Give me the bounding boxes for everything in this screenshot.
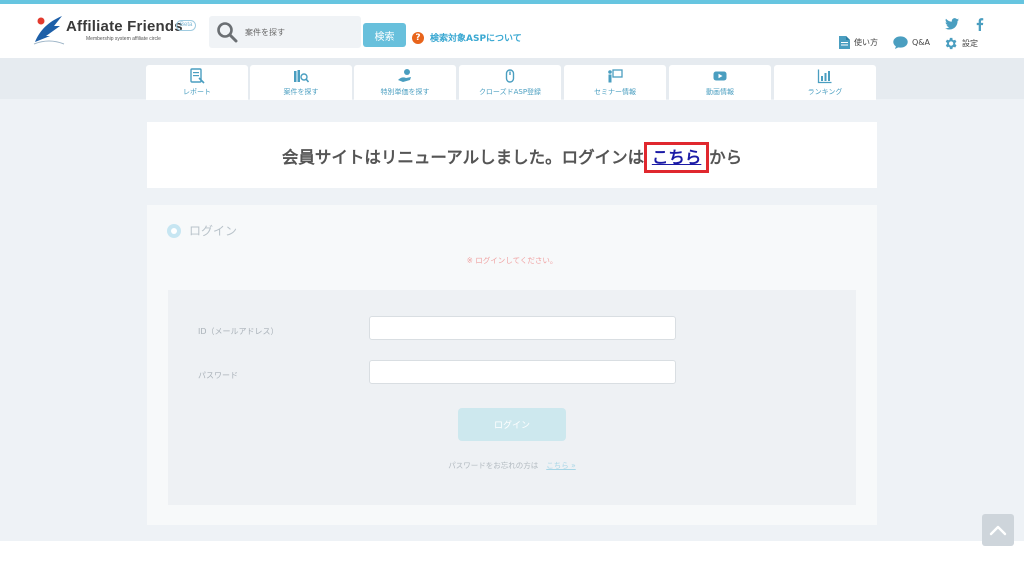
renewal-login-link[interactable]: こちら [643, 142, 710, 173]
notice-text-after: から [703, 148, 743, 167]
tab-video[interactable]: 動画情報 [669, 65, 771, 100]
footer-band [0, 541, 1024, 561]
login-error-message: ※ ログインしてください。 [466, 256, 558, 265]
help-link[interactable]: 使い方 [839, 36, 878, 49]
forgot-text: パスワードをお忘れの方は [448, 461, 539, 470]
login-button[interactable]: ログイン [458, 408, 566, 441]
site-logo[interactable]: Affiliate Friends Beta Membership system… [32, 12, 202, 50]
notice-text: 会員サイトはリニューアルしました。ログインは こちら から [147, 142, 877, 173]
tab-label: ランキング [807, 88, 843, 96]
brand-subtitle: Membership system affiliate circle [86, 36, 161, 42]
login-card: ログイン ※ ログインしてください。 ID（メールアドレス） パスワード ログイ… [147, 205, 877, 525]
forgot-password-link[interactable]: こちら » [546, 461, 575, 470]
help-label: 使い方 [854, 38, 878, 47]
site-header: Affiliate Friends Beta Membership system… [0, 4, 1024, 58]
twitter-icon[interactable] [944, 17, 960, 31]
tab-seminar[interactable]: セミナー情報 [564, 65, 666, 100]
tab-label: 特別単価を探す [380, 88, 430, 96]
chevron-up-icon [989, 525, 1007, 536]
speech-bubble-icon [893, 36, 908, 49]
tab-search-offers[interactable]: 案件を探す [250, 65, 352, 100]
qa-link[interactable]: Q&A [893, 36, 930, 49]
question-icon: ? [412, 31, 424, 44]
search-input[interactable] [245, 22, 355, 42]
asp-info-label: 検索対象ASPについて [430, 34, 522, 44]
document-icon [839, 36, 850, 49]
tab-label: クローズドASP登録 [478, 88, 542, 96]
hand-coin-icon [398, 69, 411, 82]
forgot-password: パスワードをお忘れの方は こちら » [168, 460, 856, 471]
settings-link[interactable]: 設定 [943, 36, 978, 51]
main-nav: レポート 案件を探す 特別単価を探す クローズドASP登録 セミナー情報 動画情… [146, 65, 876, 100]
play-icon [713, 71, 727, 81]
tab-closed-asp[interactable]: クローズドASP登録 [459, 65, 561, 100]
asp-info-link[interactable]: ? 検索対象ASPについて [412, 31, 522, 44]
tab-label: レポート [183, 88, 211, 96]
notice-text-before: 会員サイトはリニューアルしました。ログインは [281, 148, 650, 167]
password-label: パスワード [198, 371, 238, 380]
presentation-icon [608, 69, 623, 83]
id-input[interactable] [369, 316, 676, 340]
qa-label: Q&A [912, 38, 931, 47]
search-button[interactable]: 検索 [363, 23, 406, 47]
facebook-icon[interactable] [972, 17, 988, 31]
password-input[interactable] [369, 360, 676, 384]
login-title: ログイン [189, 224, 238, 238]
brand-name: Affiliate Friends [66, 18, 183, 35]
gear-icon [945, 37, 957, 50]
tab-label: 案件を探す [283, 88, 319, 96]
tab-report[interactable]: レポート [146, 65, 248, 100]
report-icon [190, 68, 205, 84]
login-heading: ログイン [167, 222, 237, 239]
tab-label: 動画情報 [706, 88, 734, 96]
beta-badge: Beta [176, 20, 197, 31]
tab-ranking[interactable]: ランキング [774, 65, 876, 100]
books-search-icon [294, 70, 309, 83]
settings-label: 設定 [962, 39, 978, 48]
mouse-icon [505, 69, 515, 83]
id-label: ID（メールアドレス） [198, 327, 279, 336]
logo-mark-icon [33, 16, 65, 45]
tab-special-price[interactable]: 特別単価を探す [354, 65, 456, 100]
login-form: ID（メールアドレス） パスワード ログイン パスワードをお忘れの方は こちら » [168, 290, 856, 505]
search-icon [217, 22, 238, 43]
tab-label: セミナー情報 [594, 88, 636, 96]
renewal-notice: 会員サイトはリニューアルしました。ログインは こちら から [147, 122, 877, 188]
back-to-top-button[interactable] [982, 514, 1014, 546]
search-box [209, 16, 361, 48]
radio-bullet-icon [167, 223, 181, 238]
chart-icon [817, 69, 832, 84]
